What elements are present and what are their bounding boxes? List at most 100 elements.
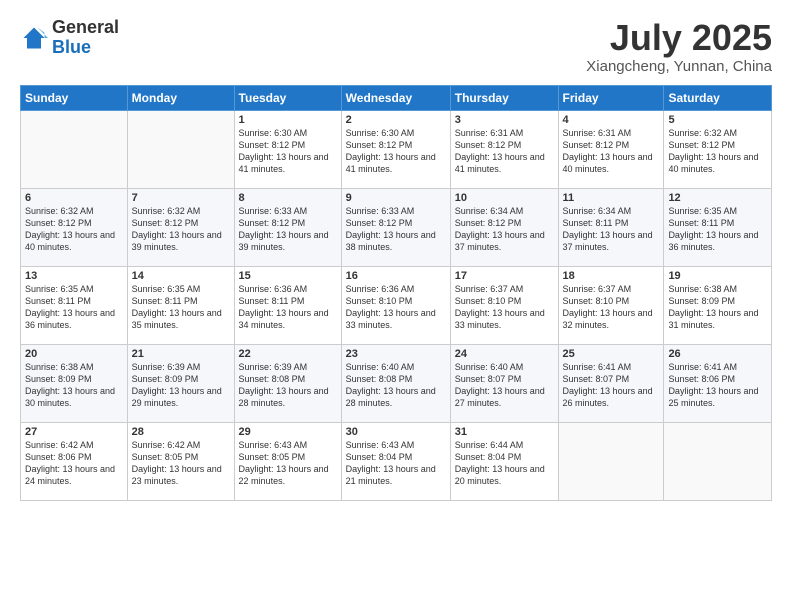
day-number: 4 bbox=[563, 114, 660, 126]
location: Xiangcheng, Yunnan, China bbox=[586, 58, 772, 75]
day-info: Sunrise: 6:30 AMSunset: 8:12 PMDaylight:… bbox=[346, 127, 446, 176]
day-info: Sunrise: 6:37 AMSunset: 8:10 PMDaylight:… bbox=[563, 283, 660, 332]
day-info: Sunrise: 6:38 AMSunset: 8:09 PMDaylight:… bbox=[25, 361, 123, 410]
day-header-sunday: Sunday bbox=[21, 85, 128, 110]
day-header-thursday: Thursday bbox=[450, 85, 558, 110]
day-info: Sunrise: 6:40 AMSunset: 8:07 PMDaylight:… bbox=[455, 361, 554, 410]
calendar-cell: 2Sunrise: 6:30 AMSunset: 8:12 PMDaylight… bbox=[341, 110, 450, 188]
day-info: Sunrise: 6:35 AMSunset: 8:11 PMDaylight:… bbox=[668, 205, 767, 254]
day-number: 28 bbox=[132, 426, 230, 438]
day-number: 12 bbox=[668, 192, 767, 204]
day-info: Sunrise: 6:43 AMSunset: 8:05 PMDaylight:… bbox=[239, 439, 337, 488]
calendar-cell: 4Sunrise: 6:31 AMSunset: 8:12 PMDaylight… bbox=[558, 110, 664, 188]
calendar-cell: 20Sunrise: 6:38 AMSunset: 8:09 PMDayligh… bbox=[21, 344, 128, 422]
day-number: 3 bbox=[455, 114, 554, 126]
calendar-page: General Blue July 2025 Xiangcheng, Yunna… bbox=[0, 0, 792, 612]
calendar-cell: 7Sunrise: 6:32 AMSunset: 8:12 PMDaylight… bbox=[127, 188, 234, 266]
day-number: 5 bbox=[668, 114, 767, 126]
day-info: Sunrise: 6:35 AMSunset: 8:11 PMDaylight:… bbox=[132, 283, 230, 332]
day-info: Sunrise: 6:38 AMSunset: 8:09 PMDaylight:… bbox=[668, 283, 767, 332]
day-header-wednesday: Wednesday bbox=[341, 85, 450, 110]
day-number: 15 bbox=[239, 270, 337, 282]
calendar-table: SundayMondayTuesdayWednesdayThursdayFrid… bbox=[20, 85, 772, 501]
day-number: 30 bbox=[346, 426, 446, 438]
calendar-cell: 25Sunrise: 6:41 AMSunset: 8:07 PMDayligh… bbox=[558, 344, 664, 422]
calendar-cell: 19Sunrise: 6:38 AMSunset: 8:09 PMDayligh… bbox=[664, 266, 772, 344]
calendar-cell: 12Sunrise: 6:35 AMSunset: 8:11 PMDayligh… bbox=[664, 188, 772, 266]
day-number: 9 bbox=[346, 192, 446, 204]
day-info: Sunrise: 6:36 AMSunset: 8:10 PMDaylight:… bbox=[346, 283, 446, 332]
calendar-cell: 9Sunrise: 6:33 AMSunset: 8:12 PMDaylight… bbox=[341, 188, 450, 266]
day-number: 11 bbox=[563, 192, 660, 204]
day-info: Sunrise: 6:33 AMSunset: 8:12 PMDaylight:… bbox=[239, 205, 337, 254]
calendar-cell: 15Sunrise: 6:36 AMSunset: 8:11 PMDayligh… bbox=[234, 266, 341, 344]
calendar-header-row: SundayMondayTuesdayWednesdayThursdayFrid… bbox=[21, 85, 772, 110]
calendar-cell: 5Sunrise: 6:32 AMSunset: 8:12 PMDaylight… bbox=[664, 110, 772, 188]
day-number: 23 bbox=[346, 348, 446, 360]
logo: General Blue bbox=[20, 18, 119, 58]
calendar-cell bbox=[127, 110, 234, 188]
day-header-saturday: Saturday bbox=[664, 85, 772, 110]
day-info: Sunrise: 6:43 AMSunset: 8:04 PMDaylight:… bbox=[346, 439, 446, 488]
month-title: July 2025 bbox=[586, 18, 772, 58]
logo-icon bbox=[20, 24, 48, 52]
day-info: Sunrise: 6:31 AMSunset: 8:12 PMDaylight:… bbox=[455, 127, 554, 176]
calendar-cell: 27Sunrise: 6:42 AMSunset: 8:06 PMDayligh… bbox=[21, 422, 128, 500]
calendar-cell: 30Sunrise: 6:43 AMSunset: 8:04 PMDayligh… bbox=[341, 422, 450, 500]
day-info: Sunrise: 6:42 AMSunset: 8:05 PMDaylight:… bbox=[132, 439, 230, 488]
calendar-cell: 8Sunrise: 6:33 AMSunset: 8:12 PMDaylight… bbox=[234, 188, 341, 266]
day-info: Sunrise: 6:32 AMSunset: 8:12 PMDaylight:… bbox=[25, 205, 123, 254]
calendar-cell: 18Sunrise: 6:37 AMSunset: 8:10 PMDayligh… bbox=[558, 266, 664, 344]
calendar-cell bbox=[558, 422, 664, 500]
day-number: 17 bbox=[455, 270, 554, 282]
day-number: 29 bbox=[239, 426, 337, 438]
calendar-cell: 11Sunrise: 6:34 AMSunset: 8:11 PMDayligh… bbox=[558, 188, 664, 266]
day-number: 21 bbox=[132, 348, 230, 360]
logo-general-text: General bbox=[52, 17, 119, 37]
day-number: 27 bbox=[25, 426, 123, 438]
day-number: 7 bbox=[132, 192, 230, 204]
calendar-cell bbox=[664, 422, 772, 500]
day-info: Sunrise: 6:31 AMSunset: 8:12 PMDaylight:… bbox=[563, 127, 660, 176]
day-info: Sunrise: 6:37 AMSunset: 8:10 PMDaylight:… bbox=[455, 283, 554, 332]
day-number: 20 bbox=[25, 348, 123, 360]
calendar-week-1: 1Sunrise: 6:30 AMSunset: 8:12 PMDaylight… bbox=[21, 110, 772, 188]
day-number: 14 bbox=[132, 270, 230, 282]
calendar-cell: 21Sunrise: 6:39 AMSunset: 8:09 PMDayligh… bbox=[127, 344, 234, 422]
calendar-cell: 24Sunrise: 6:40 AMSunset: 8:07 PMDayligh… bbox=[450, 344, 558, 422]
calendar-cell: 16Sunrise: 6:36 AMSunset: 8:10 PMDayligh… bbox=[341, 266, 450, 344]
day-number: 10 bbox=[455, 192, 554, 204]
day-info: Sunrise: 6:41 AMSunset: 8:07 PMDaylight:… bbox=[563, 361, 660, 410]
calendar-cell: 10Sunrise: 6:34 AMSunset: 8:12 PMDayligh… bbox=[450, 188, 558, 266]
day-number: 18 bbox=[563, 270, 660, 282]
day-number: 1 bbox=[239, 114, 337, 126]
calendar-cell: 14Sunrise: 6:35 AMSunset: 8:11 PMDayligh… bbox=[127, 266, 234, 344]
calendar-cell bbox=[21, 110, 128, 188]
calendar-cell: 3Sunrise: 6:31 AMSunset: 8:12 PMDaylight… bbox=[450, 110, 558, 188]
day-header-tuesday: Tuesday bbox=[234, 85, 341, 110]
day-info: Sunrise: 6:32 AMSunset: 8:12 PMDaylight:… bbox=[132, 205, 230, 254]
calendar-cell: 28Sunrise: 6:42 AMSunset: 8:05 PMDayligh… bbox=[127, 422, 234, 500]
calendar-week-5: 27Sunrise: 6:42 AMSunset: 8:06 PMDayligh… bbox=[21, 422, 772, 500]
logo-blue-text: Blue bbox=[52, 37, 91, 57]
calendar-week-2: 6Sunrise: 6:32 AMSunset: 8:12 PMDaylight… bbox=[21, 188, 772, 266]
day-number: 26 bbox=[668, 348, 767, 360]
calendar-cell: 29Sunrise: 6:43 AMSunset: 8:05 PMDayligh… bbox=[234, 422, 341, 500]
day-number: 19 bbox=[668, 270, 767, 282]
day-number: 6 bbox=[25, 192, 123, 204]
calendar-cell: 23Sunrise: 6:40 AMSunset: 8:08 PMDayligh… bbox=[341, 344, 450, 422]
day-info: Sunrise: 6:41 AMSunset: 8:06 PMDaylight:… bbox=[668, 361, 767, 410]
calendar-cell: 31Sunrise: 6:44 AMSunset: 8:04 PMDayligh… bbox=[450, 422, 558, 500]
day-number: 13 bbox=[25, 270, 123, 282]
day-info: Sunrise: 6:34 AMSunset: 8:11 PMDaylight:… bbox=[563, 205, 660, 254]
day-info: Sunrise: 6:32 AMSunset: 8:12 PMDaylight:… bbox=[668, 127, 767, 176]
day-info: Sunrise: 6:30 AMSunset: 8:12 PMDaylight:… bbox=[239, 127, 337, 176]
calendar-cell: 26Sunrise: 6:41 AMSunset: 8:06 PMDayligh… bbox=[664, 344, 772, 422]
calendar-week-4: 20Sunrise: 6:38 AMSunset: 8:09 PMDayligh… bbox=[21, 344, 772, 422]
day-info: Sunrise: 6:39 AMSunset: 8:08 PMDaylight:… bbox=[239, 361, 337, 410]
day-info: Sunrise: 6:35 AMSunset: 8:11 PMDaylight:… bbox=[25, 283, 123, 332]
day-info: Sunrise: 6:39 AMSunset: 8:09 PMDaylight:… bbox=[132, 361, 230, 410]
day-info: Sunrise: 6:40 AMSunset: 8:08 PMDaylight:… bbox=[346, 361, 446, 410]
day-number: 24 bbox=[455, 348, 554, 360]
calendar-cell: 1Sunrise: 6:30 AMSunset: 8:12 PMDaylight… bbox=[234, 110, 341, 188]
